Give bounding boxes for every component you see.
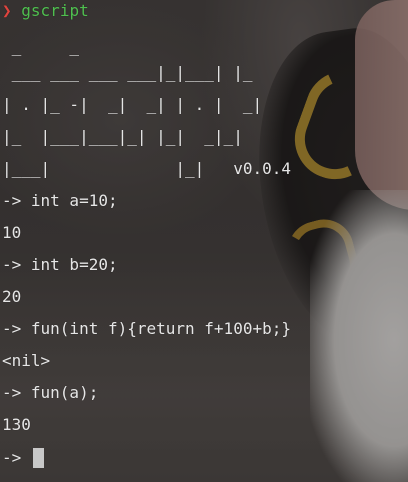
banner-line: | . |_ -| _| _| | . | _| bbox=[2, 95, 263, 114]
shell-prompt-line: ❯ gscript bbox=[2, 0, 89, 22]
banner-line: _ _ bbox=[2, 37, 80, 56]
shell-command: gscript bbox=[21, 1, 89, 20]
banner-line: ___ ___ ___ ___|_|___| |_ bbox=[2, 63, 253, 82]
prompt-chevron-icon: ❯ bbox=[2, 1, 12, 20]
repl-active-prompt[interactable]: -> bbox=[2, 447, 31, 469]
repl-input-line: -> fun(a); bbox=[2, 383, 99, 402]
repl-input-line: -> fun(int f){return f+100+b;} bbox=[2, 319, 291, 338]
repl-input-line: -> int a=10; bbox=[2, 191, 118, 210]
repl-output-line: 10 bbox=[2, 223, 22, 242]
repl-output-line: 20 bbox=[2, 287, 22, 306]
text-cursor[interactable] bbox=[33, 448, 44, 468]
banner-line: |_ |___|___|_| |_| _|_| bbox=[2, 127, 243, 146]
repl-output-line: <nil> bbox=[2, 351, 51, 370]
terminal-window[interactable]: ❯ gscript _ _ ___ ___ ___ ___|_|___| |_ … bbox=[0, 0, 408, 482]
repl-output-line: 130 bbox=[2, 415, 31, 434]
repl-input-line: -> int b=20; bbox=[2, 255, 118, 274]
banner-version-line: |___| |_| v0.0.4 bbox=[2, 159, 291, 178]
